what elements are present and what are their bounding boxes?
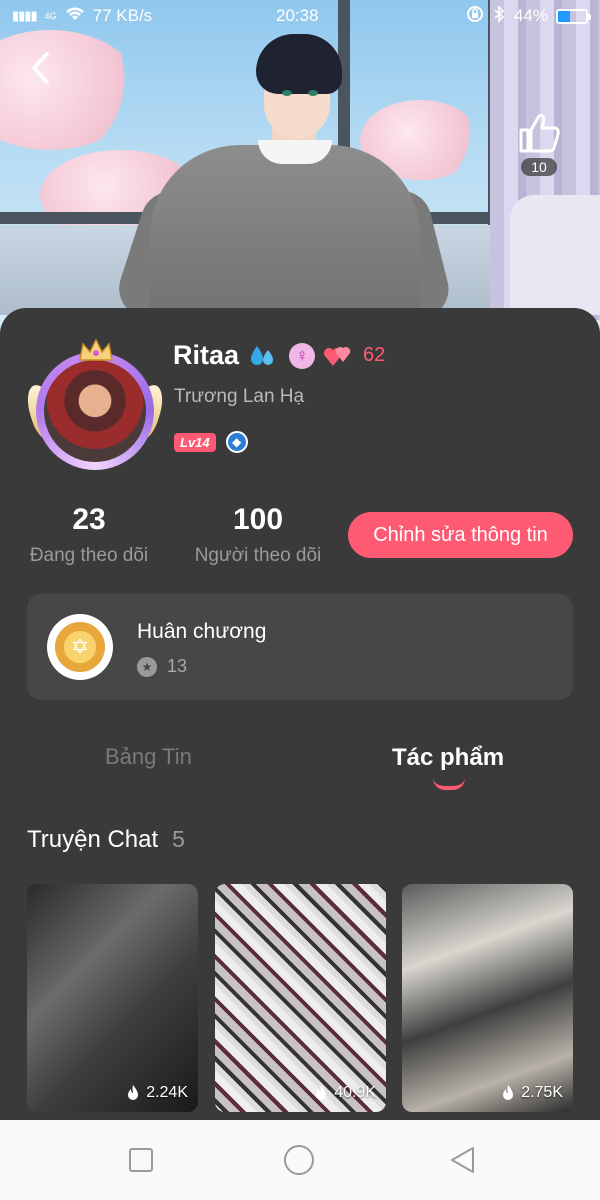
bluetooth-icon xyxy=(492,4,506,28)
profile-card: Ritaa ♀ 62 Trương Lan Hạ Lv14 ◆ 23 Đang … xyxy=(0,308,600,1120)
medal-icon: ✡ xyxy=(47,614,113,680)
story-card[interactable]: 40.9K xyxy=(215,884,386,1112)
medal-title: Huân chương xyxy=(137,620,267,643)
following-count: 23 xyxy=(72,503,106,536)
story-card[interactable]: 2.75K xyxy=(402,884,573,1112)
fire-icon xyxy=(503,1085,514,1100)
system-nav-bar xyxy=(0,1120,600,1200)
network-speed: 77 KB/s xyxy=(92,6,153,25)
followers-count: 100 xyxy=(232,503,284,536)
rotation-lock-icon xyxy=(466,5,484,28)
following-stat[interactable]: 23 Đang theo dõi xyxy=(26,503,152,567)
water-drops-icon xyxy=(251,345,274,365)
signal-icon: ▮▮▮▮ xyxy=(12,8,38,23)
username-row: Ritaa ♀ 62 xyxy=(173,340,385,371)
crown-icon xyxy=(79,338,113,361)
real-name: Trương Lan Hạ xyxy=(174,386,305,407)
triangle-back-icon xyxy=(451,1147,474,1173)
medal-count-row: ★ 13 xyxy=(137,656,187,677)
clock: 20:38 xyxy=(276,6,319,25)
back-nav-button[interactable] xyxy=(446,1144,478,1176)
active-tab-indicator xyxy=(433,778,465,790)
battery-icon xyxy=(556,8,591,24)
character-eye xyxy=(308,90,318,96)
diamond-badge-icon: ◆ xyxy=(225,431,248,453)
battery-level xyxy=(558,10,571,22)
home-button[interactable] xyxy=(283,1144,315,1176)
recent-apps-button[interactable] xyxy=(125,1144,157,1176)
tab-news-feed[interactable]: Bảng Tin xyxy=(105,744,192,770)
level-badge: Lv14 xyxy=(174,432,216,452)
view-count-row: 40.9K xyxy=(314,1084,376,1102)
female-icon: ♀ xyxy=(289,342,316,369)
circle-icon xyxy=(284,1145,314,1175)
tab-works[interactable]: Tác phẩm xyxy=(392,744,504,772)
following-label: Đang theo dõi xyxy=(29,545,149,566)
medal-card[interactable]: ✡ Huân chương ★ 13 xyxy=(27,594,573,700)
status-bar: ▮▮▮▮ 4G 77 KB/s 20:38 44% xyxy=(0,0,600,32)
battery-percent: 44% xyxy=(513,6,548,25)
view-count-row: 2.24K xyxy=(126,1084,188,1102)
back-button[interactable] xyxy=(20,48,60,88)
character-hair xyxy=(256,34,342,94)
section-header: Truyện Chat 5 xyxy=(27,826,185,854)
square-icon xyxy=(129,1148,153,1172)
chevron-left-icon xyxy=(32,52,49,84)
section-title: Truyện Chat xyxy=(27,826,159,853)
story-views: 2.75K xyxy=(521,1084,563,1101)
story-card[interactable]: 2.24K xyxy=(27,884,198,1112)
medal-star-icon: ✡ xyxy=(55,622,105,672)
avatar-photo xyxy=(44,360,146,462)
medal-count: 13 xyxy=(167,656,188,676)
network-type: 4G xyxy=(44,11,57,21)
character-eye xyxy=(282,90,292,96)
followers-stat[interactable]: 100 Người theo dõi xyxy=(190,503,326,567)
username: Ritaa xyxy=(173,340,240,370)
like-button[interactable]: 10 xyxy=(516,112,562,176)
heart-count: 62 xyxy=(363,344,386,366)
section-count: 5 xyxy=(172,826,185,852)
edit-profile-button[interactable]: Chỉnh sửa thông tin xyxy=(348,512,573,558)
followers-label: Người theo dõi xyxy=(194,545,322,566)
story-grid: 2.24K 40.9K 2.75K xyxy=(27,884,573,1112)
story-views: 40.9K xyxy=(334,1084,376,1101)
sofa xyxy=(510,195,600,315)
badge-row: Lv14 ◆ xyxy=(174,431,248,453)
fire-icon xyxy=(316,1085,327,1100)
star-icon: ★ xyxy=(137,656,157,677)
story-views: 2.24K xyxy=(146,1084,188,1101)
profile-cover-image xyxy=(0,0,600,340)
fire-icon xyxy=(128,1085,139,1100)
tab-bar: Bảng Tin Tác phẩm xyxy=(0,738,600,798)
like-count: 10 xyxy=(521,158,557,176)
hearts-icon xyxy=(324,346,351,366)
view-count-row: 2.75K xyxy=(501,1084,563,1102)
wifi-icon xyxy=(65,6,85,27)
avatar[interactable] xyxy=(21,338,169,470)
thumbs-up-icon xyxy=(519,113,560,153)
